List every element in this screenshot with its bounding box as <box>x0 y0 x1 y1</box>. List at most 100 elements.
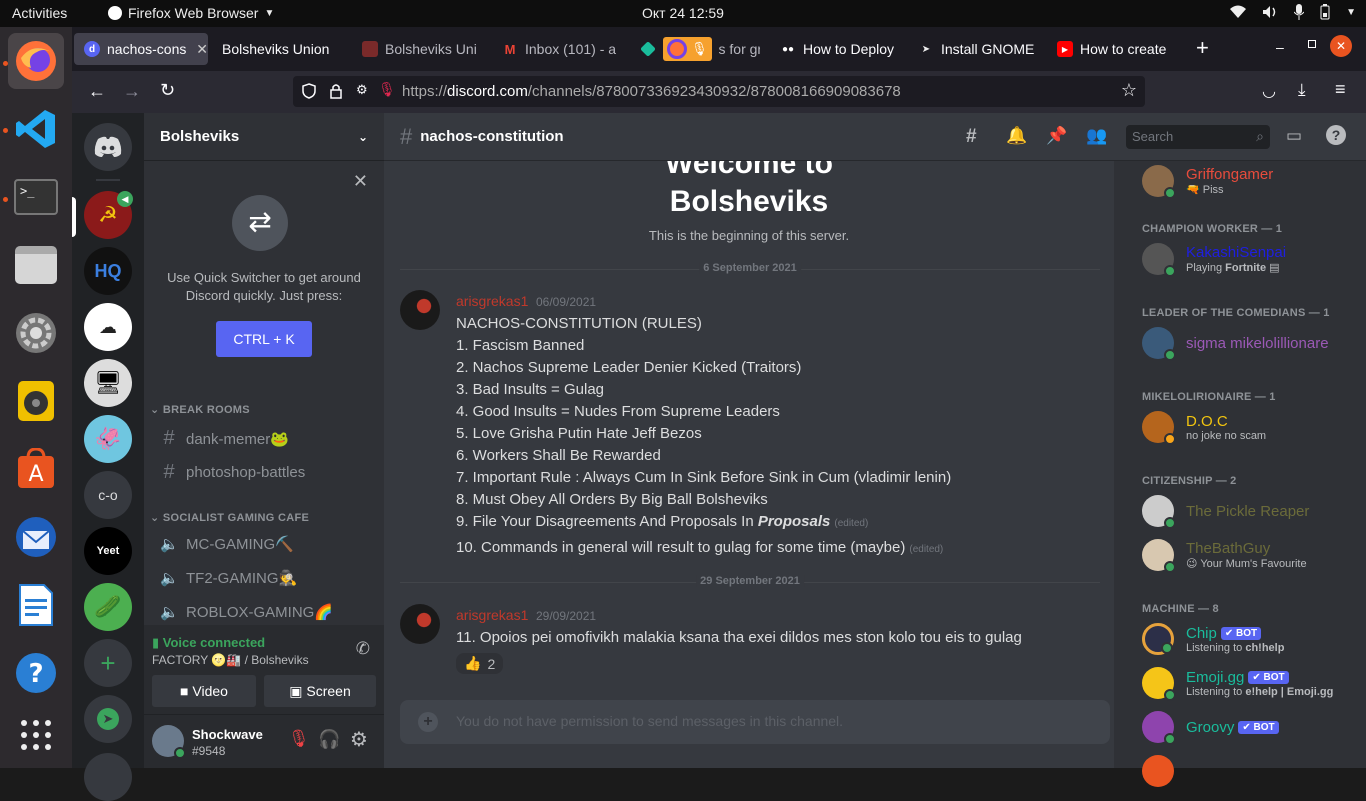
clock[interactable]: Окт 24 12:59 <box>0 5 1366 21</box>
home-button[interactable] <box>84 123 132 171</box>
running-indicator <box>3 61 8 66</box>
member-chip[interactable]: Chip ✔ BOT Listening to ch!help <box>1142 619 1284 659</box>
bot-badge: ✔ BOT <box>1220 627 1262 641</box>
author-name[interactable]: arisgrekas1 <box>456 293 528 309</box>
channel-roblox-gaming[interactable]: 🔈 ROBLOX-GAMING🌈 <box>160 603 333 621</box>
member-kakashisenpai[interactable]: KakashiSenpai Playing Fortnite ▤ <box>1142 239 1286 279</box>
reload-button[interactable]: ↻ <box>160 80 175 101</box>
server-header[interactable]: Bolsheviks ⌄ <box>144 113 384 161</box>
guild-squidward[interactable]: 🦑 <box>84 415 132 463</box>
firefox-icon <box>16 41 56 81</box>
minimize-button[interactable]: – <box>1276 39 1284 55</box>
author-avatar[interactable] <box>400 290 440 330</box>
member-emoji-gg[interactable]: Emoji.gg ✔ BOT Listening to e!help | Emoji… <box>1142 663 1333 703</box>
close-window-button[interactable]: ✕ <box>1330 35 1352 57</box>
tab-label: Bolsheviks Uni <box>385 41 477 57</box>
url-bar[interactable]: ⚙ 🎙 https://discord.com/channels/8780073… <box>293 76 1145 107</box>
voice-location[interactable]: FACTORY 🌝🏭 / Bolsheviks <box>152 653 309 667</box>
pin-icon[interactable]: 📌 <box>1046 126 1067 146</box>
tab-label: Inbox (101) - a <box>525 41 617 57</box>
search-input[interactable]: Search ⌕ <box>1126 125 1270 149</box>
category-break-rooms[interactable]: ⌄ BREAK ROOMS <box>150 403 250 416</box>
tab-gmail[interactable]: M Inbox (101) - a <box>492 33 622 65</box>
menu-icon[interactable]: ≡ <box>1335 79 1346 100</box>
pocket-icon[interactable]: ◡ <box>1262 81 1276 101</box>
system-tray[interactable]: ▼ <box>1230 4 1356 20</box>
tab-discord[interactable]: d nachos-cons ✕ <box>74 33 208 65</box>
firefox-nav-bar: ← → ↻ ⚙ 🎙 https://discord.com/channels/8… <box>72 71 1366 113</box>
hammer-sickle-icon: ☭ <box>98 202 118 227</box>
member-doc[interactable]: D.O.C no joke no scam <box>1142 407 1266 447</box>
disconnect-icon[interactable]: ✆ <box>356 639 370 659</box>
video-button[interactable]: ■ Video <box>152 675 256 707</box>
maximize-button[interactable] <box>1308 40 1316 48</box>
dock-terminal[interactable]: >_ <box>8 169 64 225</box>
close-tab-icon[interactable]: ✕ <box>196 41 208 58</box>
ubuntu-dock: >_ A ? <box>0 27 72 768</box>
category-socialist-gaming-cafe[interactable]: ⌄ SOCIALIST GAMING CAFE <box>150 511 309 524</box>
close-icon[interactable]: ✕ <box>353 171 368 192</box>
downloads-icon[interactable]: ⤓ <box>1298 80 1306 100</box>
channel-dank-memer[interactable]: # dank-memer🐸 <box>160 427 288 450</box>
guild-crap[interactable]: ☁ <box>84 303 132 351</box>
permissions-icon[interactable]: ⚙ <box>356 82 368 98</box>
dock-settings[interactable] <box>8 305 64 361</box>
dock-rhythmbox[interactable] <box>8 373 64 429</box>
dock-vscode[interactable] <box>8 101 64 157</box>
forward-button[interactable]: → <box>123 81 141 102</box>
channel-mc-gaming[interactable]: 🔈 MC-GAMING⛏️ <box>160 535 294 553</box>
tab-how-to-deploy[interactable]: ●● How to Deploy <box>770 33 900 65</box>
guild-computer[interactable]: 🖥 <box>84 359 132 407</box>
dock-files[interactable] <box>8 237 64 293</box>
inbox-icon[interactable]: ▭ <box>1286 126 1302 146</box>
guild-hq[interactable]: HQ <box>84 247 132 295</box>
guild-pickle[interactable]: 🥒 <box>84 583 132 631</box>
member-thebathguy[interactable]: TheBathGuy 😉 Your Mum's Favourite <box>1142 535 1307 575</box>
tab-bolsheviks-union[interactable]: Bolsheviks Union <box>212 33 347 65</box>
dock-libreoffice-writer[interactable] <box>8 577 64 633</box>
back-button[interactable]: ← <box>88 81 106 102</box>
member-groovy[interactable]: Groovy ✔ BOT <box>1142 707 1279 747</box>
author-name[interactable]: arisgrekas1 <box>456 607 528 623</box>
tab-youtube[interactable]: ▶ How to create <box>1047 33 1177 65</box>
tab-bolsheviks-union-2[interactable]: Bolsheviks Uni <box>352 33 482 65</box>
member-pickle-reaper[interactable]: The Pickle Reaper <box>1142 491 1309 531</box>
member-partial[interactable] <box>1142 751 1174 791</box>
member-griffongamer[interactable]: Griffongamer 🔫 Piss <box>1142 161 1273 201</box>
member-sigma[interactable]: sigma mikelolillionare <box>1142 323 1329 363</box>
writer-icon <box>19 584 53 626</box>
quick-switcher-button[interactable]: CTRL + K <box>216 321 312 357</box>
sharing-indicator[interactable]: 🎙 <box>663 37 712 61</box>
dock-thunderbird[interactable] <box>8 509 64 565</box>
headphones-icon[interactable]: 🎧 <box>318 729 340 750</box>
download-apps-button[interactable] <box>84 753 132 801</box>
gear-icon[interactable]: ⚙ <box>350 727 368 752</box>
channel-mention[interactable]: Proposals <box>758 513 831 530</box>
new-tab-button[interactable]: + <box>1196 37 1209 59</box>
author-avatar[interactable] <box>400 604 440 644</box>
tab-sharing[interactable]: 🎙 s for gr <box>630 33 760 65</box>
mute-icon[interactable]: 🎙 <box>288 729 310 749</box>
guild-c-o[interactable]: c-o <box>84 471 132 519</box>
dock-firefox[interactable] <box>8 33 64 89</box>
help-icon[interactable]: ? <box>1326 125 1346 145</box>
screen-share-button[interactable]: ▣ Screen <box>264 675 376 707</box>
bookmark-star-icon[interactable]: ☆ <box>1121 80 1137 101</box>
dock-help[interactable]: ? <box>8 645 64 701</box>
add-server-button[interactable]: + <box>84 639 132 687</box>
microphone-permission-icon[interactable]: 🎙 <box>378 81 396 98</box>
channel-photoshop-battles[interactable]: # photoshop-battles <box>160 461 305 484</box>
dock-software[interactable]: A <box>8 441 64 497</box>
tab-install-gnome[interactable]: ➤ Install GNOME <box>908 33 1038 65</box>
members-icon[interactable]: 👥 <box>1086 126 1107 146</box>
show-apps-button[interactable] <box>8 707 64 763</box>
threads-icon[interactable]: # <box>966 126 977 148</box>
composer-placeholder: You do not have permission to send messa… <box>456 713 844 729</box>
reaction[interactable]: 👍 2 <box>456 653 504 674</box>
explore-servers-button[interactable]: ➤ <box>84 695 132 743</box>
server-name: Bolsheviks <box>160 128 240 145</box>
channel-tf2-gaming[interactable]: 🔈 TF2-GAMING🕵️ <box>160 569 297 587</box>
tab-label: Bolsheviks Union <box>222 41 330 57</box>
bell-icon[interactable]: 🔔 <box>1006 126 1027 146</box>
guild-yeet[interactable]: Yeet <box>84 527 132 575</box>
